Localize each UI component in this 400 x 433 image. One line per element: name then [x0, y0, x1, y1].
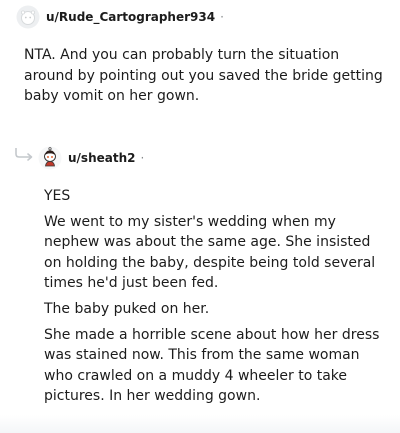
- comment-paragraph: We went to my sister's wedding when my n…: [44, 213, 376, 292]
- snoo-avatar-icon[interactable]: [38, 146, 62, 170]
- comment-body: YES We went to my sister's wedding when …: [44, 186, 384, 412]
- meta-separator: ·: [220, 10, 224, 24]
- comment-body: NTA. And you can probably turn the situa…: [24, 45, 384, 107]
- comment-author[interactable]: u/Rude_Cartographer934: [46, 10, 215, 24]
- default-avatar-icon[interactable]: [16, 5, 40, 29]
- comment-paragraph: The baby puked on her.: [44, 300, 210, 317]
- bottom-fade: [0, 415, 400, 433]
- comment-paragraph: YES: [44, 188, 71, 204]
- comment-author[interactable]: u/sheath2: [68, 151, 135, 165]
- comment-paragraph: She made a horrible scene about how her …: [44, 326, 380, 405]
- comment-header: u/Rude_Cartographer934 ·: [16, 5, 224, 29]
- reply-arrow-icon: [15, 148, 33, 161]
- comment-header: u/sheath2 ·: [38, 146, 144, 170]
- meta-separator: ·: [140, 151, 145, 165]
- comment-paragraph: NTA. And you can probably turn the situa…: [24, 47, 383, 105]
